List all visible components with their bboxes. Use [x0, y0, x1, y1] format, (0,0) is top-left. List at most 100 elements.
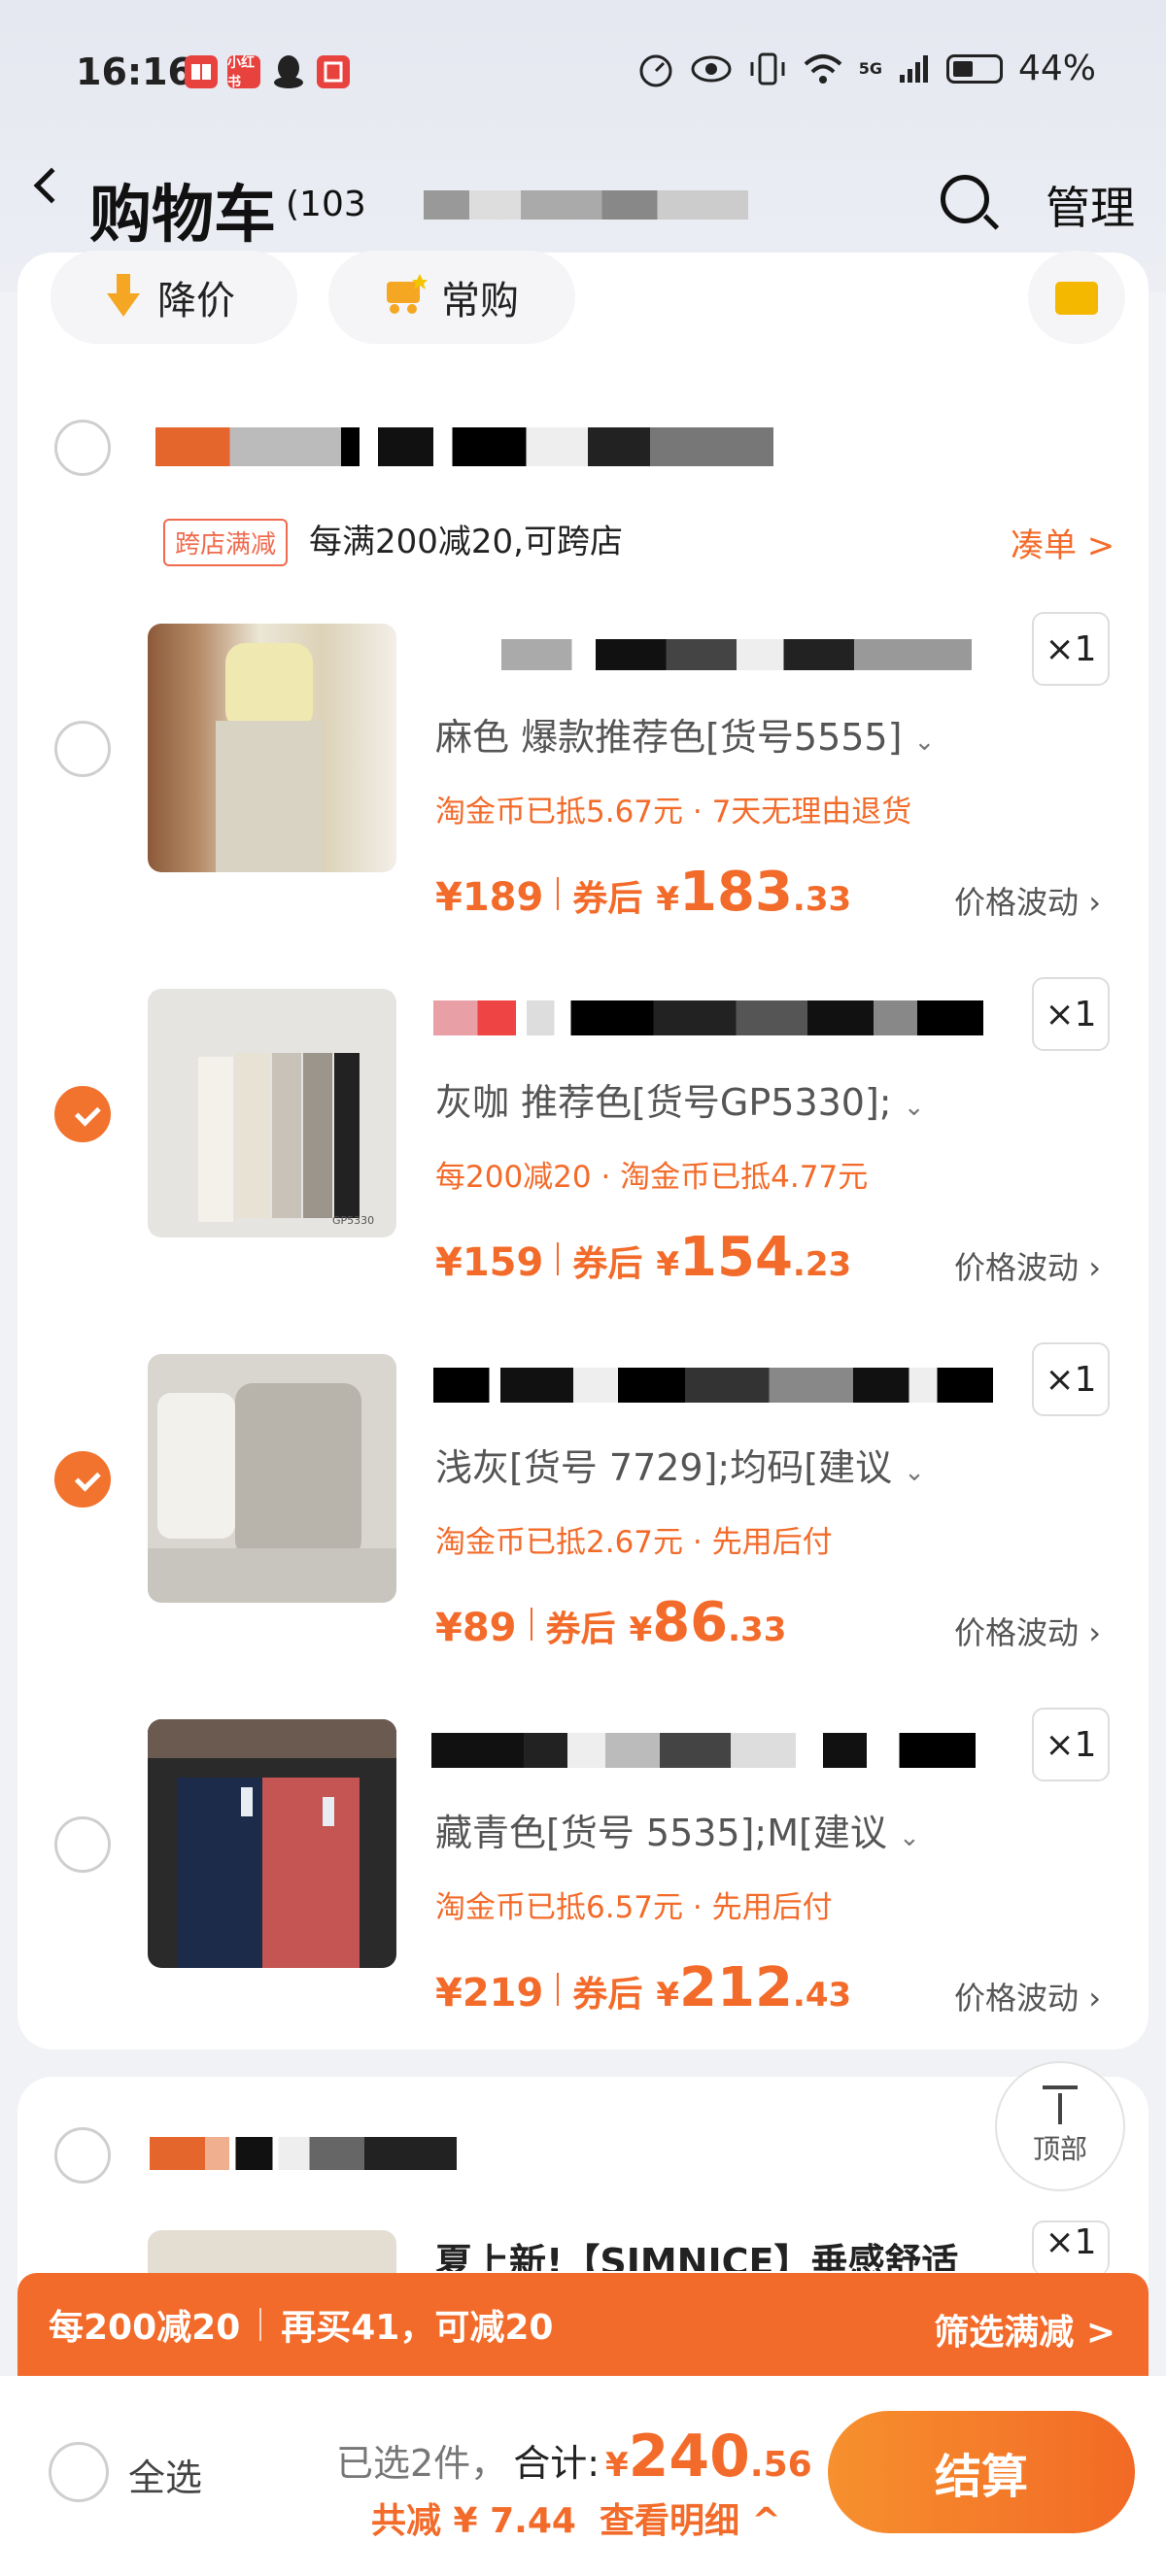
frequent-label: 常购	[441, 279, 519, 323]
store-name[interactable]	[155, 427, 773, 466]
quantity-badge[interactable]: ×1	[1032, 1708, 1110, 1781]
eye-icon	[691, 55, 732, 82]
price-fluctuation-link[interactable]: 价格波动 ›	[954, 1243, 1101, 1288]
price-drop-label: 降价	[157, 279, 235, 323]
item-thumbnail[interactable]	[148, 1354, 396, 1603]
quantity-badge[interactable]: ×1	[1032, 612, 1110, 686]
status-indicators: 5G 44%	[637, 49, 1096, 88]
redacted-address	[424, 190, 748, 220]
coupon-label: 券后	[572, 1975, 643, 2015]
item-select-radio[interactable]	[54, 1086, 111, 1142]
chevron-down-icon: ⌄	[913, 728, 936, 757]
cross-store-tag: 跨店满减	[163, 519, 289, 566]
total-row: 已选2件， 合计: ¥240.56	[336, 2423, 812, 2491]
wifi-icon	[804, 53, 842, 84]
quantity-badge[interactable]: ×1	[1032, 977, 1110, 1051]
item-select-radio[interactable]	[54, 1451, 111, 1508]
item-sku[interactable]: 藏青色[货号 5535];M[建议 ⌄	[435, 1803, 920, 1856]
vibrate-icon	[750, 52, 785, 85]
frequent-chip[interactable]: 常购	[328, 251, 575, 344]
xiaohongshu-icon: 小红书	[227, 55, 260, 90]
item-title[interactable]	[501, 639, 972, 670]
chevron-right-icon: ›	[1088, 1614, 1101, 1651]
price-separator	[557, 1973, 560, 2006]
filter-discount-link[interactable]: 筛选满减 >	[934, 2304, 1115, 2355]
item-benefit: 淘金币已抵5.67元 · 7天无理由退货	[435, 795, 912, 830]
battery-icon	[945, 53, 1003, 84]
book-app-icon	[185, 55, 218, 88]
item-select-radio[interactable]	[54, 1816, 111, 1873]
item-title[interactable]: 夏上新!【SIMNICE】垂感舒适	[435, 2232, 958, 2271]
chevron-down-icon: ⌄	[898, 1823, 920, 1852]
select-all-radio[interactable]	[49, 2442, 109, 2502]
item-sku[interactable]: 灰咖 推荐色[货号GP5330]; ⌄	[435, 1072, 925, 1126]
price-separator	[557, 877, 560, 910]
page-title: 购物车	[89, 180, 276, 252]
battery-percent: 44%	[1017, 49, 1096, 88]
item-thumbnail[interactable]	[148, 624, 396, 872]
price-fluctuation-link[interactable]: 价格波动 ›	[954, 1974, 1101, 2018]
item-title[interactable]	[431, 1733, 976, 1768]
selected-count: 已选2件，	[336, 2442, 508, 2485]
price-drop-icon	[107, 274, 140, 317]
status-time: 16:16	[76, 51, 193, 93]
item-price: ¥219	[435, 1971, 544, 2016]
price-after-coupon: ¥183.33	[656, 861, 852, 924]
price-row: ¥159 券后 ¥154.23	[435, 1226, 851, 1289]
store-promo-text: 每满200减20,可跨店	[309, 523, 623, 561]
store-select-radio[interactable]	[54, 2127, 111, 2184]
price-separator	[530, 1608, 532, 1641]
item-thumbnail[interactable]	[148, 1719, 396, 1968]
folder-icon[interactable]	[1028, 251, 1125, 344]
chevron-down-icon: ⌄	[904, 1458, 925, 1487]
coupon-label: 券后	[545, 1610, 616, 1649]
select-all-label[interactable]: 全选	[128, 2448, 202, 2501]
view-detail-link[interactable]: 查看明细 ^	[600, 2492, 781, 2543]
chevron-right-icon: ›	[1088, 1249, 1101, 1286]
coupon-label: 券后	[572, 879, 643, 919]
speed-icon	[639, 54, 672, 86]
promo-bar: 每200减20 再买41，可减20 筛选满减 >	[17, 2273, 1149, 2376]
item-title[interactable]	[433, 1368, 993, 1403]
price-row: ¥219 券后 ¥212.43	[435, 1956, 851, 2019]
quantity-badge[interactable]: ×1	[1032, 1342, 1110, 1416]
price-row: ¥189 券后 ¥183.33	[435, 861, 851, 924]
manage-button[interactable]: 管理	[1046, 173, 1135, 237]
item-price: ¥159	[435, 1240, 544, 1285]
discount-row: 共减 ¥ 7.44 查看明细 ^	[371, 2492, 781, 2543]
total-label: 合计:	[513, 2442, 600, 2485]
checkout-button[interactable]: 结算	[828, 2411, 1135, 2533]
discount-amount: 共减 ¥ 7.44	[371, 2501, 576, 2541]
item-select-radio[interactable]	[54, 721, 111, 777]
back-to-top-label: 顶部	[1032, 2133, 1087, 2165]
coupon-label: 券后	[572, 1244, 643, 1284]
store-name[interactable]	[150, 2137, 457, 2170]
price-fluctuation-link[interactable]: 价格波动 ›	[954, 878, 1101, 923]
item-thumbnail[interactable]: GP5330	[148, 989, 396, 1237]
item-benefit: 每200减20 · 淘金币已抵4.77元	[435, 1160, 869, 1195]
price-after-coupon: ¥86.33	[629, 1591, 787, 1654]
item-price: ¥89	[435, 1606, 517, 1650]
item-sku[interactable]: 麻色 爆款推荐色[货号5555] ⌄	[435, 707, 935, 761]
item-benefit: 淘金币已抵6.57元 · 先用后付	[435, 1890, 833, 1925]
item-title[interactable]	[433, 1000, 983, 1035]
chevron-right-icon: ›	[1088, 1980, 1101, 2017]
item-sku[interactable]: 浅灰[货号 7729];均码[建议 ⌄	[435, 1438, 925, 1491]
frequent-cart-icon	[387, 274, 428, 314]
quantity-badge[interactable]: ×1	[1032, 2220, 1110, 2275]
promo-divider	[259, 2308, 262, 2341]
price-fluctuation-link[interactable]: 价格波动 ›	[954, 1609, 1101, 1653]
price-row: ¥89 券后 ¥86.33	[435, 1591, 786, 1654]
search-icon[interactable]	[941, 175, 989, 223]
back-to-top-button[interactable]: 顶部	[995, 2061, 1125, 2191]
price-separator	[557, 1242, 560, 1275]
network-label: 5G	[858, 59, 882, 78]
combine-order-link[interactable]: 凑单 >	[1011, 519, 1115, 566]
store-select-radio[interactable]	[54, 420, 111, 476]
promo-hint: 再买41，可减20	[281, 2308, 554, 2348]
price-drop-chip[interactable]: 降价	[51, 251, 297, 344]
price-after-coupon: ¥212.43	[656, 1956, 852, 2019]
price-after-coupon: ¥154.23	[656, 1226, 852, 1289]
notes-app-icon	[317, 55, 350, 88]
arrow-up-icon	[1041, 2085, 1080, 2124]
